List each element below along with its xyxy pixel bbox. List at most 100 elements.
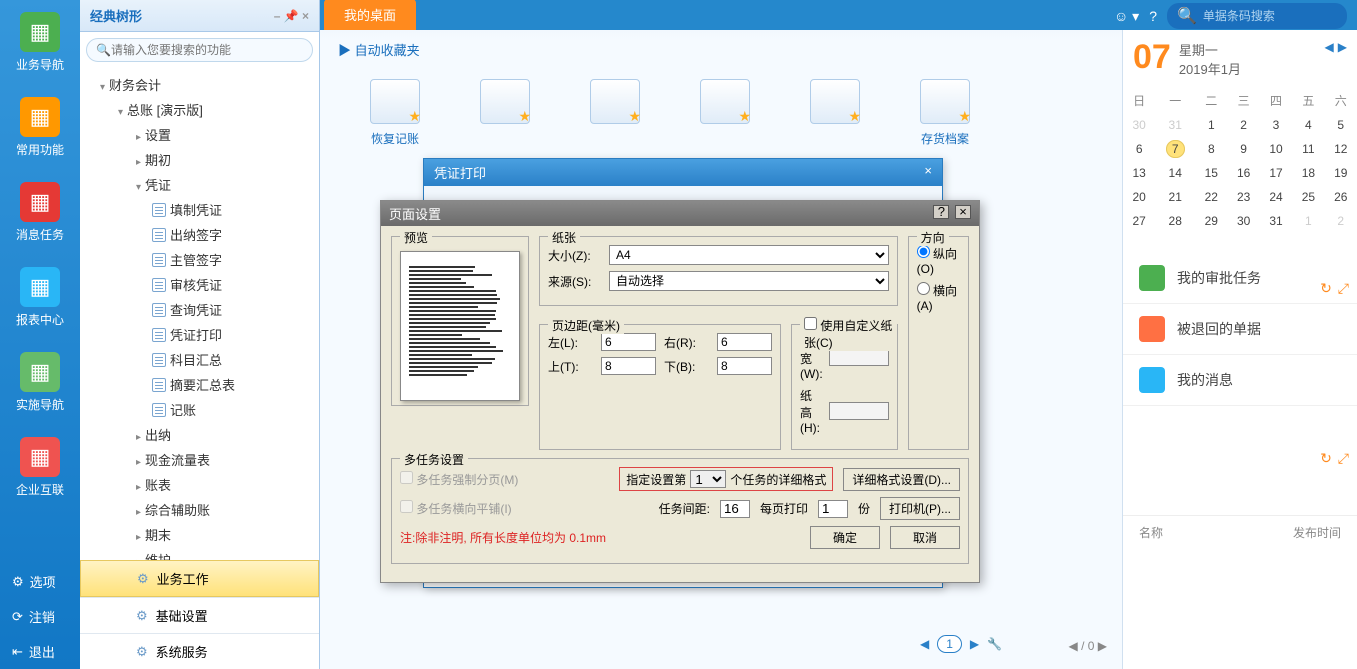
calendar-day[interactable]: 18	[1292, 161, 1324, 185]
tree-node[interactable]: ▸期末	[80, 522, 319, 547]
margin-right-input[interactable]	[717, 333, 772, 351]
tree-leaf[interactable]: 凭证打印	[80, 322, 319, 347]
nav-常用功能[interactable]: ▦常用功能	[0, 85, 80, 170]
calendar-day[interactable]: 15	[1195, 161, 1227, 185]
top-search[interactable]: 🔍	[1167, 3, 1347, 29]
printer-button[interactable]: 打印机(P)...	[880, 497, 960, 520]
calendar-day[interactable]: 11	[1292, 137, 1324, 161]
calendar-day[interactable]: 17	[1260, 161, 1292, 185]
tree-node[interactable]: ▸综合辅助账	[80, 497, 319, 522]
calendar-day[interactable]: 4	[1292, 113, 1324, 137]
calendar-day[interactable]: 16	[1227, 161, 1259, 185]
force-page-check[interactable]: 多任务强制分页(M)	[400, 471, 518, 488]
paper-source-select[interactable]: 自动选择	[609, 271, 889, 291]
tree-tab-基础设置[interactable]: ⚙基础设置	[80, 597, 319, 633]
tree-leaf[interactable]: 出纳签字	[80, 222, 319, 247]
calendar-day[interactable]: 1	[1292, 209, 1324, 233]
tree-node-root[interactable]: ▾财务会计	[80, 72, 319, 97]
calendar-day[interactable]: 10	[1260, 137, 1292, 161]
tree-leaf[interactable]: 查询凭证	[80, 297, 319, 322]
calendar-day[interactable]: 22	[1195, 185, 1227, 209]
close-icon[interactable]: ×	[924, 163, 932, 182]
tree-leaf[interactable]: 主管签字	[80, 247, 319, 272]
calendar-day[interactable]: 30	[1123, 113, 1155, 137]
nav-bottom-注销[interactable]: ⟳注销	[0, 599, 80, 634]
calendar-day[interactable]: 7	[1155, 137, 1195, 161]
tree-leaf[interactable]: 填制凭证	[80, 197, 319, 222]
desktop-item[interactable]: ★	[480, 79, 530, 147]
expand-icon[interactable]: ⤢	[1338, 450, 1349, 467]
tree-leaf[interactable]: 摘要汇总表	[80, 372, 319, 397]
right-list-item[interactable]: 被退回的单据	[1123, 304, 1357, 355]
tree-tab-业务工作[interactable]: ⚙业务工作	[80, 560, 319, 597]
horiz-flat-check[interactable]: 多任务横向平铺(I)	[400, 500, 512, 517]
refresh-icon[interactable]: 🔧	[987, 637, 1002, 651]
smiley-icon[interactable]: ☺ ▾	[1114, 8, 1139, 25]
calendar-day[interactable]: 27	[1123, 209, 1155, 233]
tree-node[interactable]: ▸出纳	[80, 422, 319, 447]
tree-node[interactable]: ▸设置	[80, 122, 319, 147]
tree-node[interactable]: ▸期初	[80, 147, 319, 172]
desktop-item[interactable]: ★	[810, 79, 860, 147]
expand-icon[interactable]: ⤢	[1338, 280, 1349, 297]
tree-leaf[interactable]: 审核凭证	[80, 272, 319, 297]
nav-实施导航[interactable]: ▦实施导航	[0, 340, 80, 425]
tree-node[interactable]: ▸现金流量表	[80, 447, 319, 472]
landscape-radio[interactable]: 横向(A)	[917, 282, 960, 313]
desktop-item[interactable]: ★	[700, 79, 750, 147]
calendar-day[interactable]: 3	[1260, 113, 1292, 137]
ok-button[interactable]: 确定	[810, 526, 880, 549]
calendar-day[interactable]: 23	[1227, 185, 1259, 209]
paper-height-input[interactable]	[829, 402, 889, 420]
tree-header-icons[interactable]: – 📌 ×	[274, 9, 309, 23]
calendar-day[interactable]: 26	[1325, 185, 1357, 209]
nav-bottom-退出[interactable]: ⇤退出	[0, 634, 80, 669]
per-page-input[interactable]	[818, 500, 848, 518]
tree-leaf[interactable]: 记账	[80, 397, 319, 422]
tree-node[interactable]: ▾凭证	[80, 172, 319, 197]
calendar-day[interactable]: 5	[1325, 113, 1357, 137]
close-icon[interactable]: ×	[955, 205, 971, 219]
tab-desktop[interactable]: 我的桌面	[324, 0, 416, 30]
desktop-item[interactable]: ★存货档案	[920, 79, 970, 147]
cancel-button[interactable]: 取消	[890, 526, 960, 549]
task-gap-input[interactable]	[720, 500, 750, 518]
calendar-day[interactable]: 19	[1325, 161, 1357, 185]
nav-消息任务[interactable]: ▦消息任务	[0, 170, 80, 255]
paper-size-select[interactable]: A4	[609, 245, 889, 265]
nav-bottom-选项[interactable]: ⚙选项	[0, 564, 80, 599]
desktop-item[interactable]: ★	[590, 79, 640, 147]
refresh-icon[interactable]: ↻	[1320, 280, 1332, 297]
calendar-day[interactable]: 29	[1195, 209, 1227, 233]
detail-format-button[interactable]: 详细格式设置(D)...	[843, 468, 960, 491]
margin-left-input[interactable]	[601, 333, 656, 351]
tree-search-input[interactable]	[86, 38, 313, 62]
calendar-day[interactable]: 6	[1123, 137, 1155, 161]
desktop-item[interactable]: ★恢复记账	[370, 79, 420, 147]
calendar-day[interactable]: 14	[1155, 161, 1195, 185]
margin-top-input[interactable]	[601, 357, 656, 375]
calendar-day[interactable]: 31	[1260, 209, 1292, 233]
calendar-day[interactable]: 1	[1195, 113, 1227, 137]
calendar-day[interactable]: 25	[1292, 185, 1324, 209]
refresh-icon[interactable]: ↻	[1320, 450, 1332, 467]
calendar-day[interactable]: 2	[1325, 209, 1357, 233]
calendar-day[interactable]: 28	[1155, 209, 1195, 233]
custom-paper-check[interactable]	[804, 317, 817, 330]
calendar-day[interactable]: 13	[1123, 161, 1155, 185]
calendar-day[interactable]: 12	[1325, 137, 1357, 161]
nav-企业互联[interactable]: ▦企业互联	[0, 425, 80, 510]
tree-node-ledger[interactable]: ▾总账 [演示版]	[80, 97, 319, 122]
tree-node[interactable]: ▸账表	[80, 472, 319, 497]
calendar-day[interactable]: 31	[1155, 113, 1195, 137]
top-search-input[interactable]	[1203, 9, 1343, 23]
nav-业务导航[interactable]: ▦业务导航	[0, 0, 80, 85]
portrait-radio[interactable]: 纵向(O)	[917, 245, 960, 276]
calendar-day[interactable]: 30	[1227, 209, 1259, 233]
calendar-day[interactable]: 24	[1260, 185, 1292, 209]
right-list-item[interactable]: 我的消息	[1123, 355, 1357, 406]
help-icon[interactable]: ?	[933, 205, 949, 219]
calendar-day[interactable]: 21	[1155, 185, 1195, 209]
calendar-day[interactable]: 9	[1227, 137, 1259, 161]
margin-bottom-input[interactable]	[717, 357, 772, 375]
